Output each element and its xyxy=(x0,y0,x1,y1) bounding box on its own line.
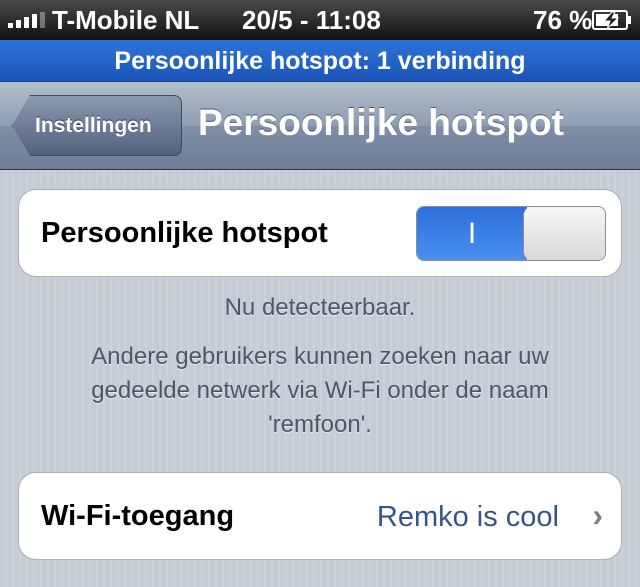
hotspot-group: Persoonlijke hotspot I xyxy=(18,189,622,277)
status-bar: T-Mobile NL 20/5 - 11:08 76 % xyxy=(0,0,640,40)
battery-charging-icon xyxy=(592,10,631,30)
carrier-name: T-Mobile NL xyxy=(52,5,200,35)
hotspot-connection-banner[interactable]: Persoonlijke hotspot: 1 verbinding xyxy=(0,40,640,82)
toggle-knob[interactable] xyxy=(523,207,605,260)
hotspot-label: Persoonlijke hotspot xyxy=(41,217,328,249)
page-title: Persoonlijke hotspot xyxy=(198,102,564,143)
chevron-right-icon: › xyxy=(592,497,603,533)
discoverable-status: Nu detecteerbaar. xyxy=(224,294,416,321)
back-button[interactable]: Instellingen xyxy=(12,95,182,156)
info-line: gedeelde netwerk via Wi-Fi onder de naam xyxy=(91,377,549,404)
toggle-on-indicator: I xyxy=(417,207,527,260)
clock: 20/5 - 11:08 xyxy=(242,5,381,35)
hotspot-info: Andere gebruikers kunnen zoeken naar uw … xyxy=(0,340,640,442)
info-line: Andere gebruikers kunnen zoeken naar uw xyxy=(91,343,549,370)
signal-bars-icon xyxy=(8,12,45,28)
wifi-password-value: Remko is cool xyxy=(376,501,559,533)
wifi-access-label: Wi-Fi-toegang xyxy=(41,500,235,532)
battery-percentage: 76 % xyxy=(533,5,593,35)
info-line: 'remfoon'. xyxy=(268,411,372,438)
wifi-access-row[interactable]: Wi-Fi-toegang Remko is cool › xyxy=(18,472,622,560)
navigation-bar: Instellingen Persoonlijke hotspot xyxy=(0,82,640,170)
hotspot-toggle[interactable]: I xyxy=(416,206,606,261)
